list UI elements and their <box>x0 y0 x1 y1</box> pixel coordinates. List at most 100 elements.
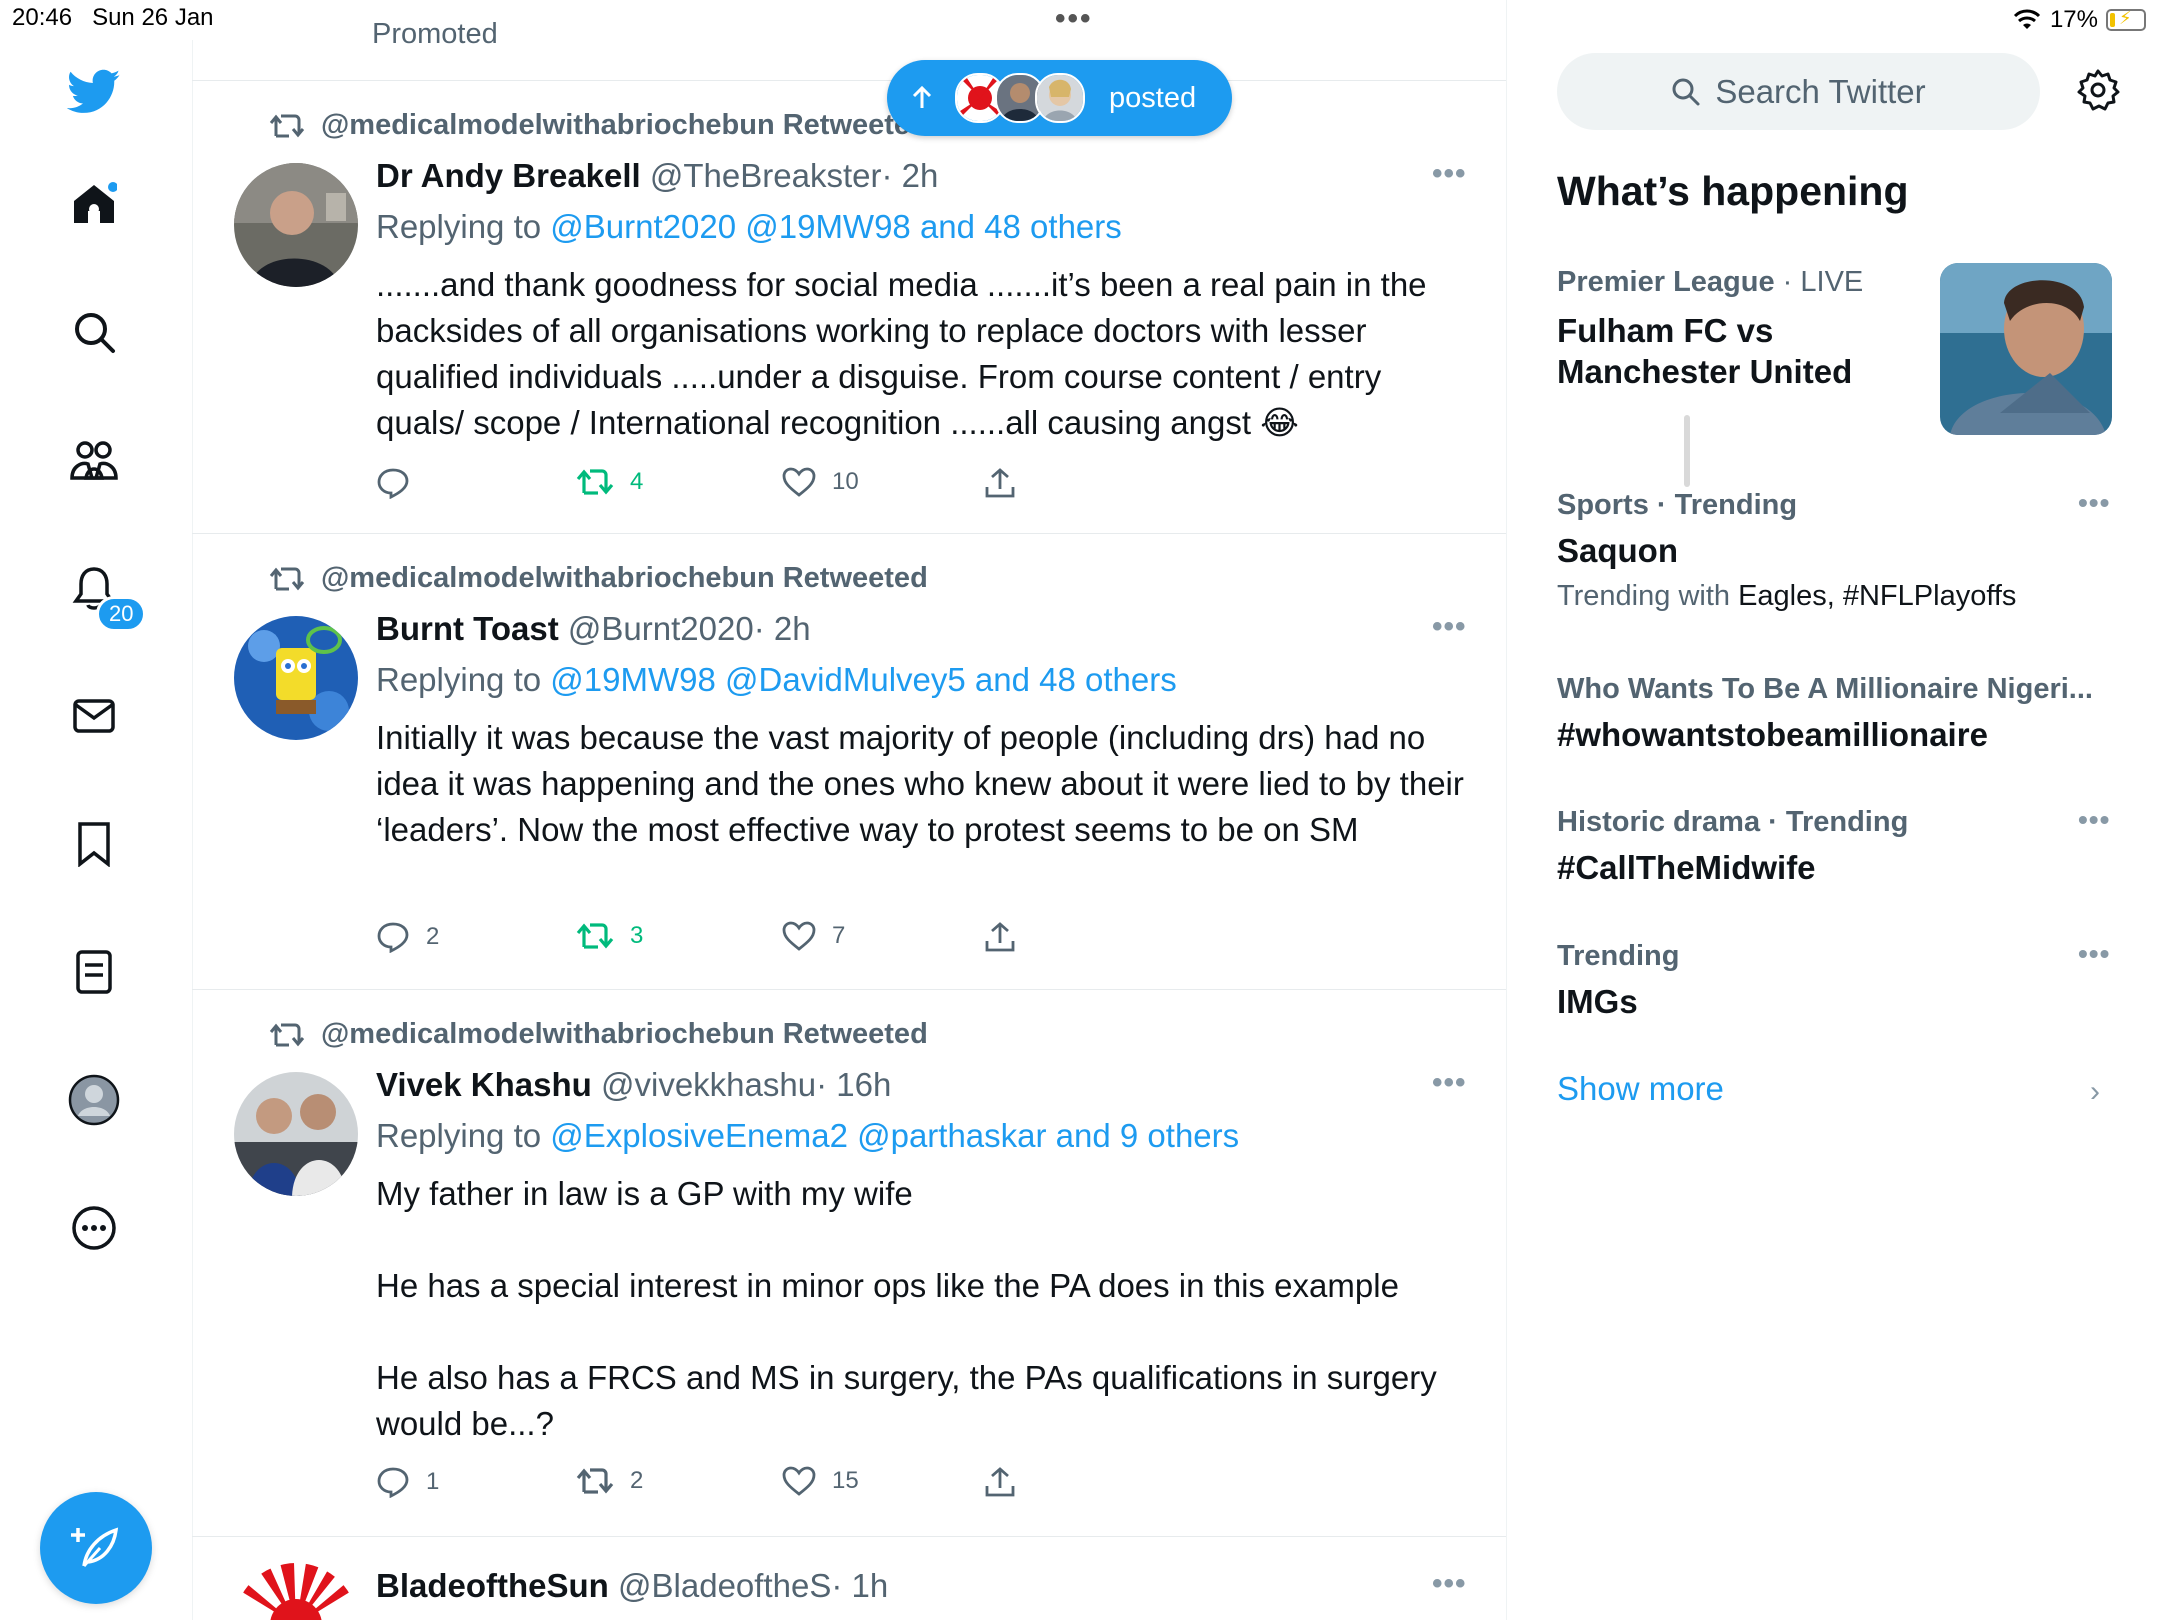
trend-title[interactable]: Saquon <box>1557 530 1678 571</box>
retweet-icon <box>269 567 305 590</box>
tweet-author[interactable]: Dr Andy Breakell @TheBreakster· 2h <box>376 157 938 195</box>
trend-meta: Historic drama · Trending <box>1557 806 1909 838</box>
tweet-author[interactable]: Vivek Khashu @vivekkhashu· 16h <box>376 1066 891 1104</box>
retweeted-by: @medicalmodelwithabriochebun Retweeted <box>269 109 928 142</box>
wifi-icon <box>2013 9 2041 29</box>
trend-subtitle: Trending with Eagles, #NFLPlayoffs <box>1557 580 2017 612</box>
like-icon <box>782 1466 816 1496</box>
search-icon <box>1672 78 1700 105</box>
settings-gear-icon[interactable] <box>2076 68 2120 117</box>
like-icon <box>782 467 816 497</box>
arrow-up-icon <box>912 86 932 108</box>
share-button[interactable] <box>984 467 1016 499</box>
bookmark-icon[interactable] <box>66 816 122 872</box>
tweet-author[interactable]: Burnt Toast @Burnt2020· 2h <box>376 610 811 648</box>
promoted-label-cut: Promoted <box>372 18 498 48</box>
retweet-icon <box>576 469 614 495</box>
retweet-button[interactable]: 2 <box>576 1466 643 1496</box>
reply-mentions-link[interactable]: @Burnt2020 @19MW98 and 48 others <box>550 208 1122 245</box>
like-icon <box>782 921 816 951</box>
retweet-icon <box>576 923 614 949</box>
retweet-icon <box>269 1023 305 1046</box>
avatar[interactable] <box>234 1563 358 1620</box>
search-icon[interactable] <box>66 304 122 360</box>
trend-image[interactable] <box>1940 263 2112 435</box>
share-icon <box>985 1467 1015 1497</box>
like-button[interactable]: 10 <box>782 467 859 497</box>
reply-mentions-link[interactable]: @ExplosiveEnema2 @parthaskar and 9 other… <box>550 1117 1239 1154</box>
reply-button[interactable] <box>376 467 426 499</box>
notifications-badge: 20 <box>96 596 147 632</box>
avatar[interactable] <box>234 1072 358 1196</box>
retweeted-by: @medicalmodelwithabriochebun Retweeted <box>269 562 928 595</box>
twitter-bird-icon[interactable] <box>66 64 122 120</box>
retweeted-by: @medicalmodelwithabriochebun Retweeted <box>269 1018 928 1051</box>
show-more-link[interactable]: Show more <box>1557 1070 1724 1108</box>
share-icon <box>985 468 1015 498</box>
trend-title[interactable]: IMGs <box>1557 981 1638 1022</box>
pill-avatar <box>1035 73 1085 123</box>
like-button[interactable]: 15 <box>782 1466 859 1496</box>
reply-button[interactable]: 1 <box>376 1466 439 1498</box>
share-button[interactable] <box>984 1466 1016 1498</box>
reply-icon <box>377 922 409 953</box>
trend-more-button[interactable]: ••• <box>2078 938 2110 970</box>
battery-icon: ⚡ <box>2106 8 2146 31</box>
tweet[interactable]: @medicalmodelwithabriochebun Retweeted B… <box>192 534 1506 989</box>
status-time: 20:46 Sun 26 Jan <box>12 4 214 31</box>
trend-meta: Trending <box>1557 940 1680 972</box>
chevron-right-icon: › <box>2090 1075 2100 1108</box>
trend-title[interactable]: #whowantstobeamillionaire <box>1557 714 1988 755</box>
tweet-more-button[interactable]: ••• <box>1432 1066 1467 1100</box>
retweet-button[interactable]: 4 <box>576 467 643 497</box>
profile-icon[interactable] <box>66 1072 122 1128</box>
compose-icon <box>71 1527 119 1567</box>
trend-title[interactable]: #CallTheMidwife <box>1557 847 1816 888</box>
replying-to: Replying to @ExplosiveEnema2 @parthaskar… <box>376 1117 1240 1154</box>
like-button[interactable]: 7 <box>782 921 845 951</box>
tweet[interactable]: @medicalmodelwithabriochebun Retweeted V… <box>192 990 1506 1536</box>
search-input[interactable]: Search Twitter <box>1557 53 2040 130</box>
reply-button[interactable]: 2 <box>376 921 439 953</box>
tweet-more-button[interactable]: ••• <box>1432 157 1467 191</box>
reply-mentions-link[interactable]: @19MW98 @DavidMulvey5 and 48 others <box>550 661 1176 698</box>
compose-button[interactable] <box>40 1492 152 1604</box>
trend-meta: Premier League · LIVE <box>1557 266 1864 298</box>
lists-icon[interactable] <box>66 944 122 1000</box>
replying-to: Replying to @19MW98 @DavidMulvey5 and 48… <box>376 661 1177 698</box>
replying-to: Replying to @Burnt2020 @19MW98 and 48 ot… <box>376 208 1122 245</box>
retweet-icon <box>269 114 305 137</box>
timeline-scrollbar[interactable] <box>1684 415 1690 487</box>
communities-icon[interactable] <box>66 432 122 488</box>
share-icon <box>985 922 1015 952</box>
tweet[interactable]: @medicalmodelwithabriochebun Retweeted D… <box>192 81 1506 533</box>
trend-meta: Sports · Trending <box>1557 489 1798 521</box>
tweet[interactable]: BladeoftheSun @BladeoftheS· 1h ••• <box>192 1537 1506 1620</box>
reply-icon <box>377 1467 409 1498</box>
new-posts-pill[interactable]: posted <box>887 60 1233 136</box>
timeline[interactable]: Promoted @medicalmodelwithabriochebun Re… <box>192 0 1690 1620</box>
mail-icon[interactable] <box>66 688 122 744</box>
share-button[interactable] <box>984 921 1016 953</box>
tweet-text: My father in law is a GP with my wife He… <box>376 1175 1437 1442</box>
more-circle-icon[interactable] <box>66 1200 122 1256</box>
status-right: 17% ⚡ <box>2012 6 2146 34</box>
tweet-more-button[interactable]: ••• <box>1432 610 1467 644</box>
trend-more-button[interactable]: ••• <box>2078 804 2110 836</box>
pill-label: posted <box>1109 81 1197 114</box>
section-title: What’s happening <box>1557 168 1909 214</box>
tweet-author[interactable]: BladeoftheSun @BladeoftheS· 1h <box>376 1567 888 1605</box>
reply-icon <box>377 468 409 499</box>
trend-title[interactable]: Fulham FC vs Manchester United <box>1557 310 1852 392</box>
retweet-icon <box>576 1468 614 1494</box>
retweet-button[interactable]: 3 <box>576 921 643 951</box>
avatar[interactable] <box>234 163 358 287</box>
tweet-text: .......and thank goodness for social med… <box>376 266 1436 441</box>
battery-percent: 17% <box>2049 6 2098 33</box>
avatar[interactable] <box>234 616 358 740</box>
home-icon[interactable] <box>66 176 122 232</box>
tweet-text: Initially it was because the vast majori… <box>376 719 1474 848</box>
left-nav: 20 <box>0 40 193 1620</box>
tweet-more-button[interactable]: ••• <box>1432 1567 1467 1601</box>
trend-more-button[interactable]: ••• <box>2078 487 2110 519</box>
